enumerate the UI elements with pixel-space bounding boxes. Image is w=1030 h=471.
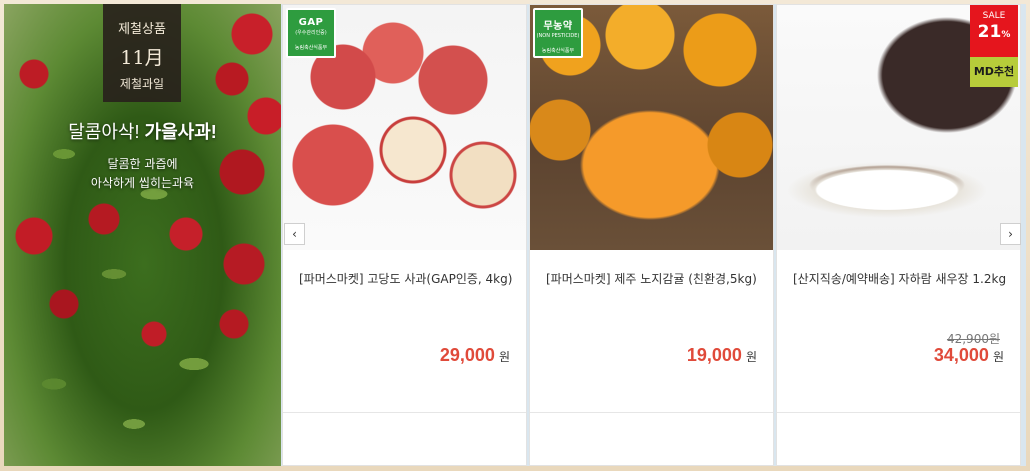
product-name[interactable]: [산지직송/예약배송] 자하람 새우장 1.2kg bbox=[793, 270, 1013, 287]
banner-title-light: 달콤아삭! bbox=[68, 122, 140, 142]
product-image[interactable]: 무농약 (NON PESTICIDE) 농림축산식품부 bbox=[530, 5, 773, 250]
product-price: 19,000 원 bbox=[687, 345, 757, 366]
banner-subtitle: 달콤한 과즙에 아삭하게 씹히는과육 bbox=[4, 155, 281, 193]
cert-org: 농림축산식품부 bbox=[294, 45, 328, 51]
organic-cert-badge: 무농약 (NON PESTICIDE) 농림축산식품부 bbox=[533, 8, 583, 58]
product-name[interactable]: [파머스마켓] 고당도 사과(GAP인증, 4kg) bbox=[299, 270, 519, 287]
price-value: 29,000 bbox=[439, 345, 495, 365]
price-unit: 원 bbox=[992, 350, 1004, 364]
chevron-left-icon: ‹ bbox=[292, 227, 297, 241]
cert-org: 농림축산식품부 bbox=[541, 48, 575, 54]
product-card[interactable]: SALE 21% MD추천 [산지직송/예약배송] 자하람 새우장 1.2kg … bbox=[776, 4, 1021, 466]
gap-cert-badge: GAP (우수관리인증) 농림축산식품부 bbox=[286, 8, 336, 58]
card-divider bbox=[530, 412, 773, 413]
product-card[interactable]: GAP (우수관리인증) 농림축산식품부 [파머스마켓] 고당도 사과(GAP인… bbox=[282, 4, 527, 466]
chevron-right-icon: › bbox=[1008, 227, 1013, 241]
cert-title: GAP bbox=[298, 17, 324, 28]
sale-label: SALE bbox=[982, 11, 1006, 21]
next-arrow-button[interactable]: › bbox=[1000, 223, 1021, 245]
product-price: 29,000 원 bbox=[440, 345, 510, 366]
banner-title-bold: 가을사과! bbox=[144, 122, 217, 142]
sale-value: 21 bbox=[977, 22, 1002, 42]
sale-percent: 21% bbox=[970, 22, 1018, 42]
banner-title: 달콤아삭! 가을사과! bbox=[4, 118, 281, 144]
price-value: 19,000 bbox=[686, 345, 742, 365]
product-image[interactable]: GAP (우수관리인증) 농림축산식품부 bbox=[283, 5, 526, 250]
season-tag: 제철상품 11月 제철과일 bbox=[103, 4, 181, 102]
sale-pct-sign: % bbox=[1001, 30, 1011, 40]
product-price: 34,000 원 bbox=[934, 345, 1004, 366]
banner-sub-line1: 달콤한 과즙에 bbox=[107, 157, 178, 171]
md-pick-badge: MD추천 bbox=[970, 57, 1018, 87]
product-name[interactable]: [파머스마켓] 제주 노지감귤 (친환경,5kg) bbox=[546, 270, 766, 287]
season-tag-label: 제철상품 bbox=[118, 22, 166, 37]
price-unit: 원 bbox=[498, 350, 510, 364]
prev-arrow-button[interactable]: ‹ bbox=[284, 223, 305, 245]
season-tag-month: 11月 bbox=[120, 47, 164, 69]
banner-sub-line2: 아삭하게 씹히는과육 bbox=[90, 176, 195, 190]
cert-title: 무농약 bbox=[543, 21, 573, 32]
seasonal-banner[interactable]: 제철상품 11月 제철과일 달콤아삭! 가을사과! 달콤한 과즙에 아삭하게 씹… bbox=[4, 4, 281, 466]
card-divider bbox=[283, 412, 526, 413]
cert-sub: (우수관리인증) bbox=[295, 30, 327, 36]
price-unit: 원 bbox=[745, 350, 757, 364]
product-card[interactable]: 무농약 (NON PESTICIDE) 농림축산식품부 [파머스마켓] 제주 노… bbox=[529, 4, 774, 466]
product-image[interactable]: SALE 21% MD추천 bbox=[777, 5, 1020, 250]
cert-sub: (NON PESTICIDE) bbox=[536, 33, 580, 39]
price-value: 34,000 bbox=[933, 345, 989, 365]
sale-badge: SALE 21% bbox=[970, 5, 1018, 57]
season-tag-category: 제철과일 bbox=[119, 77, 165, 91]
card-divider bbox=[777, 412, 1020, 413]
